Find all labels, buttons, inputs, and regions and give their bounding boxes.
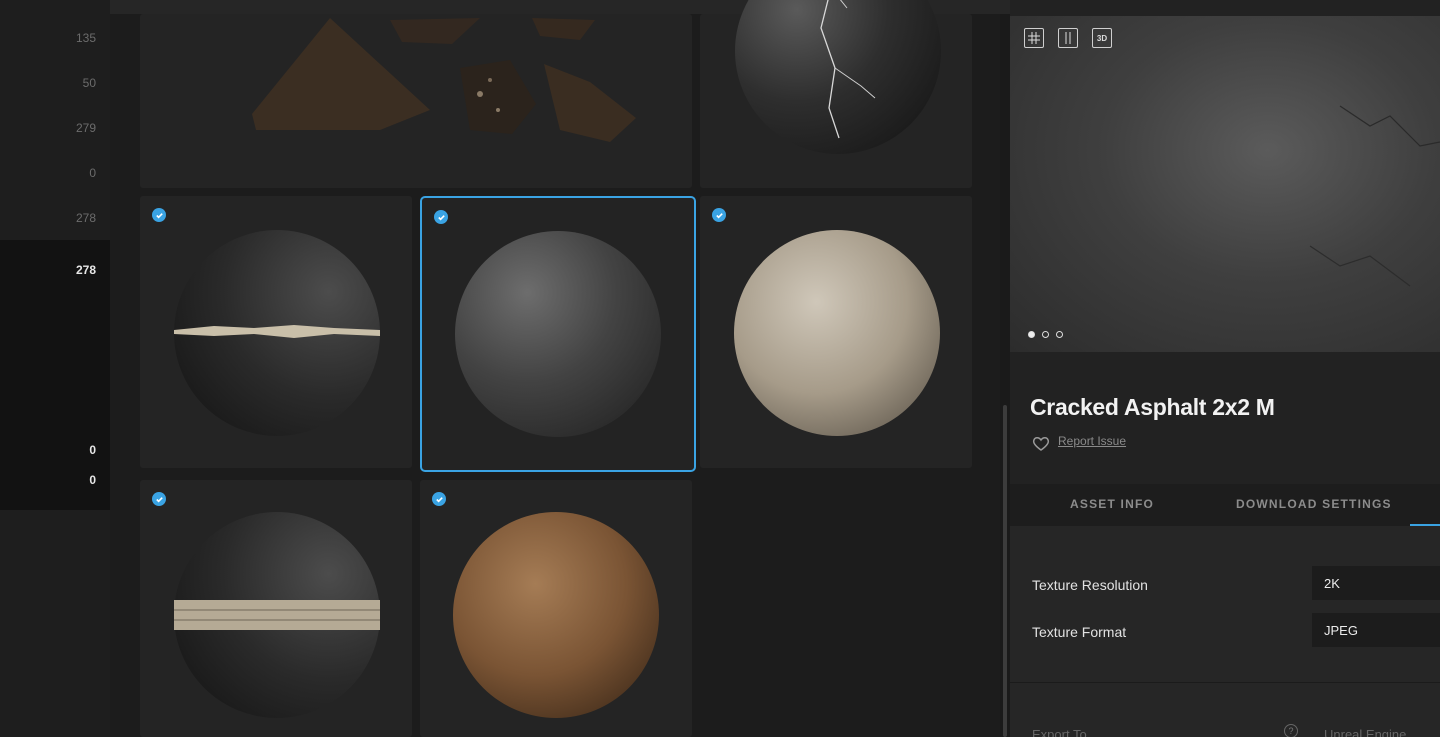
- asset-preview-image: [1010, 16, 1440, 352]
- checkmark-icon: [434, 210, 448, 224]
- material-card-dark-brick-band[interactable]: [140, 480, 412, 737]
- texture-format-label: Texture Format: [1032, 624, 1127, 640]
- category-counts-column: 135 50 279 0 278 278 0 0: [0, 0, 110, 737]
- checkmark-icon: [432, 492, 446, 506]
- category-count: 278: [75, 263, 96, 277]
- category-count: 0: [89, 473, 96, 487]
- texture-resolution-select[interactable]: 2K: [1312, 566, 1440, 600]
- category-count: 0: [89, 443, 96, 457]
- settings-divider: [1010, 682, 1440, 683]
- material-card-debris[interactable]: [140, 14, 692, 188]
- export-to-select[interactable]: Unreal Engine: [1324, 727, 1406, 737]
- grid-view-icon[interactable]: [1024, 28, 1044, 48]
- app-window: 135 50 279 0 278 278 0 0 3D Cracked Asph…: [0, 0, 1440, 737]
- help-icon[interactable]: ?: [1284, 724, 1298, 737]
- material-card-cracked-dark[interactable]: [700, 0, 972, 188]
- crack-band: [174, 325, 380, 338]
- columns-view-icon[interactable]: [1058, 28, 1078, 48]
- category-count: 0: [89, 166, 96, 180]
- carousel-dot[interactable]: [1042, 331, 1049, 338]
- asphalt-texture: [1309, 105, 1440, 287]
- material-sphere: [735, 0, 941, 154]
- carousel-dot[interactable]: [1056, 331, 1063, 338]
- material-card-dark-crack-band[interactable]: [140, 196, 412, 468]
- checkmark-icon: [152, 208, 166, 222]
- checkmark-icon: [152, 492, 166, 506]
- 3d-view-icon[interactable]: 3D: [1092, 28, 1112, 48]
- material-sphere: [734, 230, 940, 436]
- asset-detail-panel: 3D Cracked Asphalt 2x2 M Report Issue AS…: [1010, 0, 1440, 737]
- carousel-dot[interactable]: [1028, 331, 1035, 338]
- debris-pieces-image: [252, 18, 636, 142]
- download-settings-section: Texture Resolution 2K Texture Format JPE…: [1010, 526, 1440, 737]
- selected-category-highlight: [0, 240, 110, 510]
- brick-band: [174, 600, 380, 630]
- panel-scrollbar[interactable]: [1003, 405, 1007, 737]
- crack-lines: [820, 0, 876, 139]
- checkmark-icon: [712, 208, 726, 222]
- material-sphere: [455, 231, 661, 437]
- material-sphere: [174, 230, 380, 436]
- asset-title: Cracked Asphalt 2x2 M: [1030, 394, 1275, 420]
- texture-resolution-label: Texture Resolution: [1032, 577, 1148, 593]
- tab-asset-info[interactable]: ASSET INFO: [1070, 497, 1154, 511]
- detail-tabs: ASSET INFO DOWNLOAD SETTINGS: [1010, 484, 1440, 526]
- heart-icon[interactable]: [1032, 436, 1050, 452]
- category-count: 50: [82, 76, 96, 90]
- material-card-brown-soil[interactable]: [420, 480, 692, 737]
- material-sphere: [174, 512, 380, 718]
- category-count: 279: [75, 121, 96, 135]
- material-sphere: [453, 512, 659, 718]
- report-issue-link[interactable]: Report Issue: [1058, 434, 1126, 448]
- category-count: 135: [75, 31, 96, 45]
- tab-download-settings[interactable]: DOWNLOAD SETTINGS: [1236, 497, 1392, 511]
- material-card-cracked-asphalt[interactable]: [420, 196, 696, 472]
- material-grid: [110, 0, 1010, 737]
- material-card-light-concrete[interactable]: [700, 196, 972, 468]
- export-to-label: Export To: [1032, 727, 1087, 737]
- category-count: 278: [75, 211, 96, 225]
- texture-format-select[interactable]: JPEG: [1312, 613, 1440, 647]
